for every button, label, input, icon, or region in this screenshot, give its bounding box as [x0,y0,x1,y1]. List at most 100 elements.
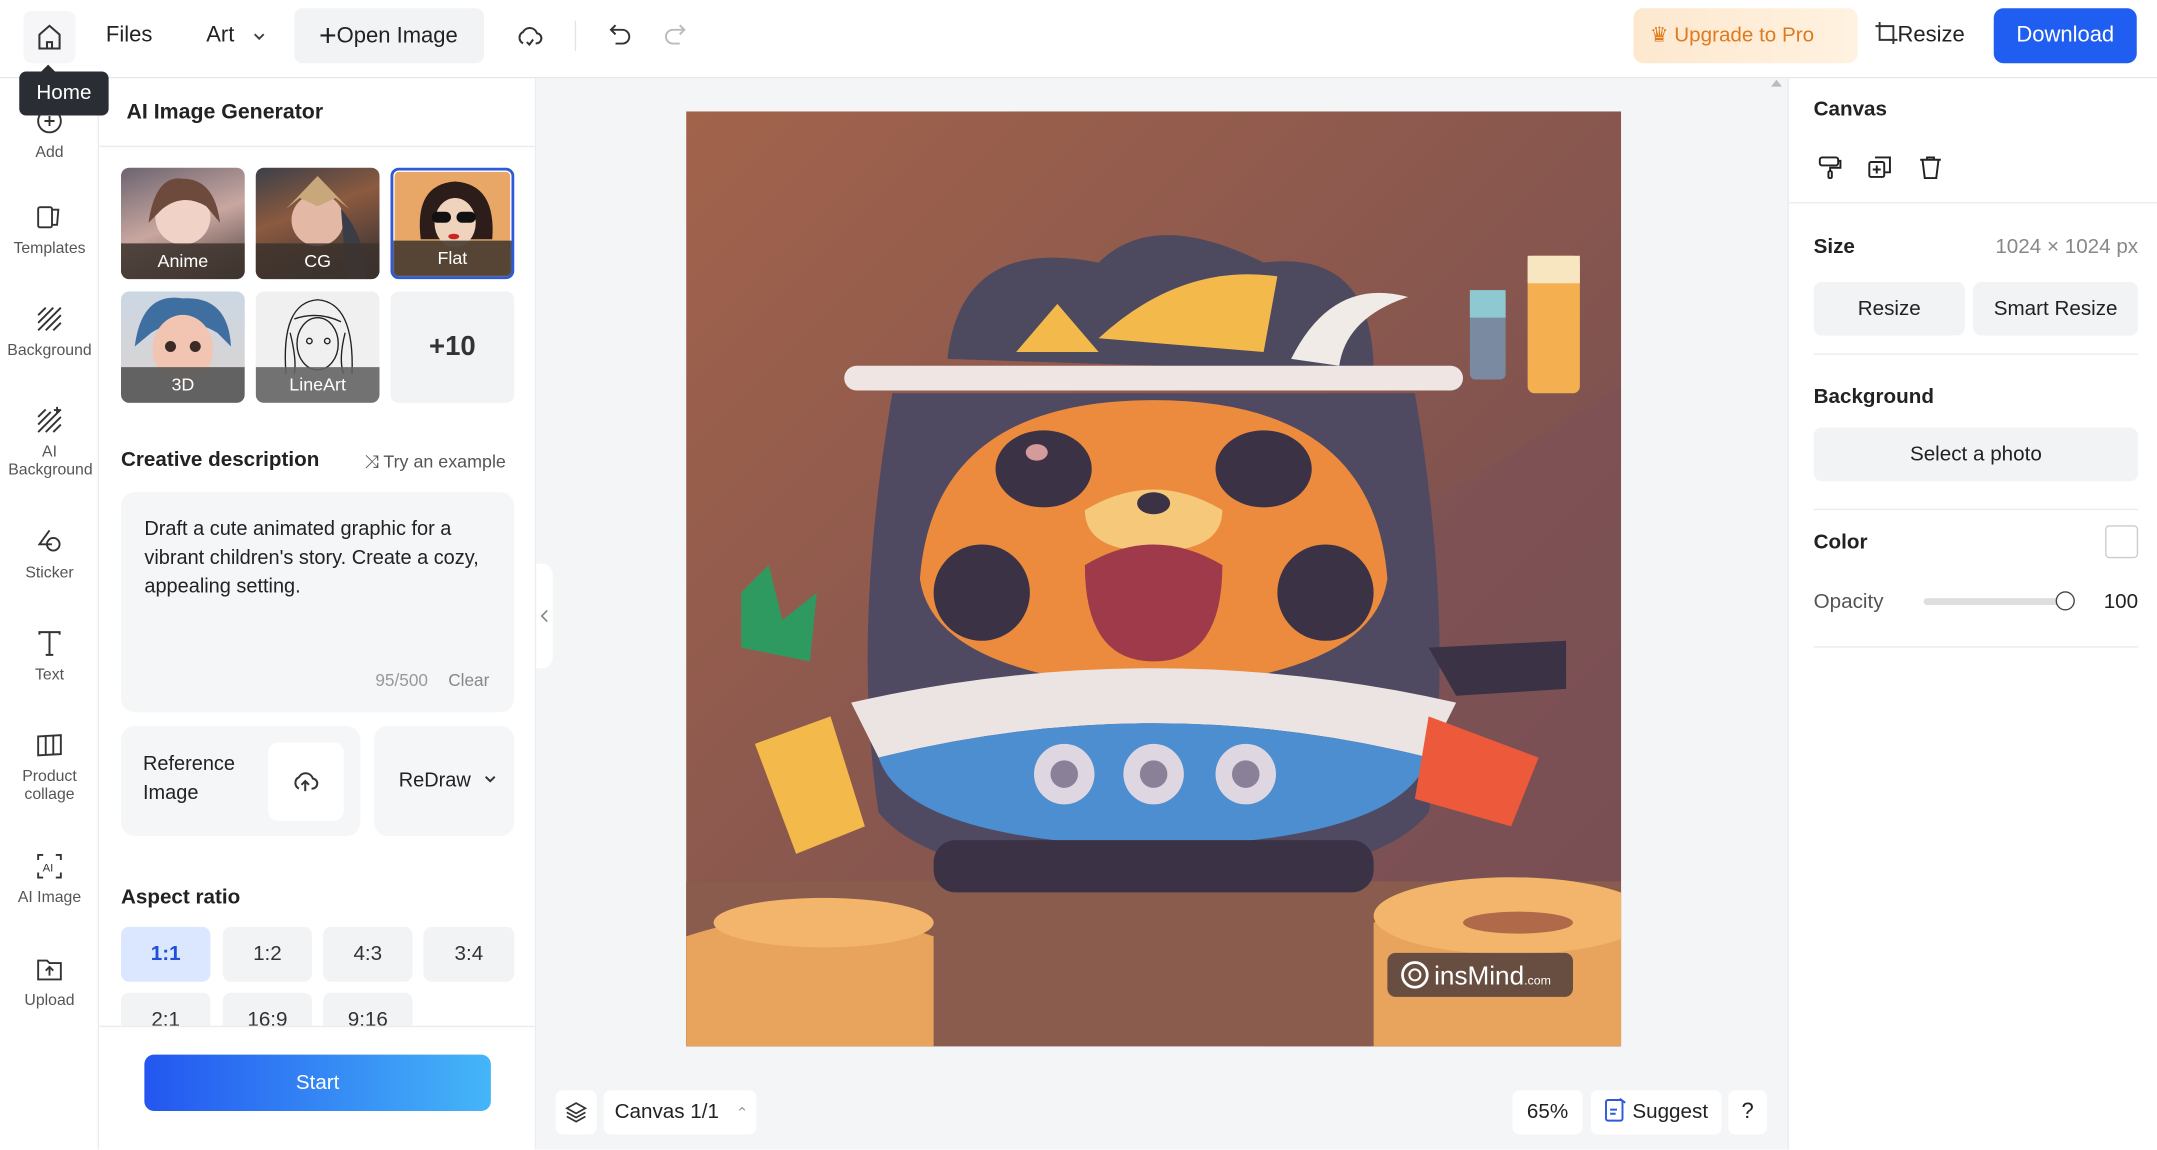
layers-button[interactable] [556,1090,597,1134]
rail-label: Templates [13,241,85,258]
rail-item-background[interactable]: Background [0,304,99,359]
plus-icon: + [319,18,337,52]
more-styles-button[interactable]: +10 [391,292,515,403]
ratio-16-9[interactable]: 16:9 [223,993,312,1026]
style-tile-3d[interactable]: 3D [121,292,245,403]
rail-item-sticker[interactable]: Sticker [0,527,99,582]
start-button[interactable]: Start [144,1055,491,1111]
redo-icon[interactable] [661,21,689,49]
rail-item-product-collage[interactable]: Product collage [0,730,99,804]
ratio-3-4[interactable]: 3:4 [424,927,515,982]
rail-label: Sticker [25,565,73,582]
files-menu[interactable]: Files [106,23,152,48]
rail-label: Add [35,144,63,161]
clear-button[interactable]: Clear [448,671,489,690]
color-swatch[interactable] [2105,525,2138,558]
home-button[interactable] [23,11,75,63]
upload-reference-button[interactable] [268,743,344,821]
chevron-left-icon [539,609,550,623]
sticker-icon [34,527,64,557]
open-image-label: Open Image [337,25,458,48]
open-image-button[interactable]: +Open Image [294,8,484,63]
char-count: 95/500 [375,671,428,690]
style-label: 3D [121,367,245,403]
style-label: Flat [393,241,511,277]
divider [1814,646,2139,647]
rail-label: Product collage [14,769,86,805]
rail-item-templates[interactable]: Templates [0,202,99,257]
try-example-label: Try an example [383,451,506,472]
art-menu[interactable]: Art [206,23,234,48]
redraw-label: ReDraw [399,770,471,792]
try-example-button[interactable]: ⤨ Try an example [364,451,505,473]
aspect-ratio-grid: 1:1 1:2 4:3 3:4 2:1 16:9 9:16 [99,927,536,1026]
zoom-level-button[interactable]: 65% [1513,1090,1583,1134]
paint-roller-icon[interactable] [1816,154,1844,182]
resize-button[interactable]: Resize [1814,282,1965,336]
ratio-1-1[interactable]: 1:1 [121,927,210,982]
upgrade-to-pro-button[interactable]: ♛ Upgrade to Pro [1634,8,1858,63]
help-button[interactable]: ? [1728,1090,1767,1134]
ratio-4-3[interactable]: 4:3 [323,927,412,982]
ai-background-icon [34,406,64,436]
rail-item-upload[interactable]: Upload [0,954,99,1009]
aspect-ratio-title: Aspect ratio [121,886,240,909]
rail-item-ai-image[interactable]: AI AI Image [0,851,99,906]
smart-resize-button[interactable]: Smart Resize [1973,282,2138,336]
svg-text:AI: AI [43,862,54,874]
background-icon [34,304,64,334]
canvas-pages-button[interactable]: Canvas 1/1 ⌃ [604,1090,757,1134]
divider [1814,509,2139,510]
color-title: Color [1814,531,1868,554]
redraw-dropdown[interactable]: ReDraw [374,726,514,836]
rail-item-text[interactable]: Text [0,628,99,683]
rail-label: Background [7,342,91,359]
duplicate-icon[interactable] [1866,154,1894,182]
canvas-area: insMind.com [536,78,1787,1149]
text-icon [34,628,64,658]
suggest-button[interactable]: Suggest [1591,1090,1722,1134]
resize-top-button[interactable]: Resize [1876,22,1965,48]
divider [1814,353,2139,354]
canvas-page-label: Canvas 1/1 [615,1100,719,1123]
ai-image-generator-panel: AI Image Generator Anime CG Flat 3D Line… [99,78,536,1149]
trash-icon[interactable] [1917,154,1945,182]
opacity-slider[interactable] [1924,598,2067,605]
style-label: LineArt [256,367,380,403]
suggest-icon [1605,1097,1627,1122]
creative-description-title: Creative description [121,448,319,471]
collapse-panel-handle[interactable] [536,564,553,669]
ratio-1-2[interactable]: 1:2 [223,927,312,982]
rail-item-ai-background[interactable]: AI Background [0,406,99,480]
download-button[interactable]: Download [1994,8,2137,63]
undo-icon[interactable] [606,21,634,49]
panel-title: AI Image Generator [127,100,324,125]
insmind-watermark: insMind.com [1387,953,1573,997]
ratio-9-16[interactable]: 9:16 [323,993,412,1026]
style-tile-flat[interactable]: Flat [391,168,515,279]
collage-icon [34,730,64,760]
chevron-down-icon[interactable] [252,29,267,44]
ratio-2-1[interactable]: 2:1 [121,993,210,1026]
description-text: Draft a cute animated graphic for a vibr… [144,516,491,603]
style-tile-anime[interactable]: Anime [121,168,245,279]
style-tile-cg[interactable]: CG [256,168,380,279]
rail-label: AI Image [18,890,81,907]
cloud-sync-icon[interactable] [514,21,544,51]
select-photo-button[interactable]: Select a photo [1814,428,2139,482]
style-label: CG [256,243,380,279]
layers-icon [564,1100,589,1125]
rail-label: Text [35,667,64,684]
cloud-upload-icon [290,766,320,796]
style-tile-lineart[interactable]: LineArt [256,292,380,403]
upload-icon [34,954,64,984]
canvas-image[interactable]: insMind.com [686,111,1621,1046]
description-textarea[interactable]: Draft a cute animated graphic for a vibr… [121,492,514,712]
templates-icon [34,202,64,232]
opacity-label: Opacity [1814,590,1884,613]
divider [575,21,576,51]
background-title: Background [1814,385,1934,408]
chevron-up-double-icon: ⌃ [736,1106,749,1123]
opacity-slider-handle[interactable] [2056,591,2075,610]
scroll-up-arrow[interactable] [1771,80,1782,87]
